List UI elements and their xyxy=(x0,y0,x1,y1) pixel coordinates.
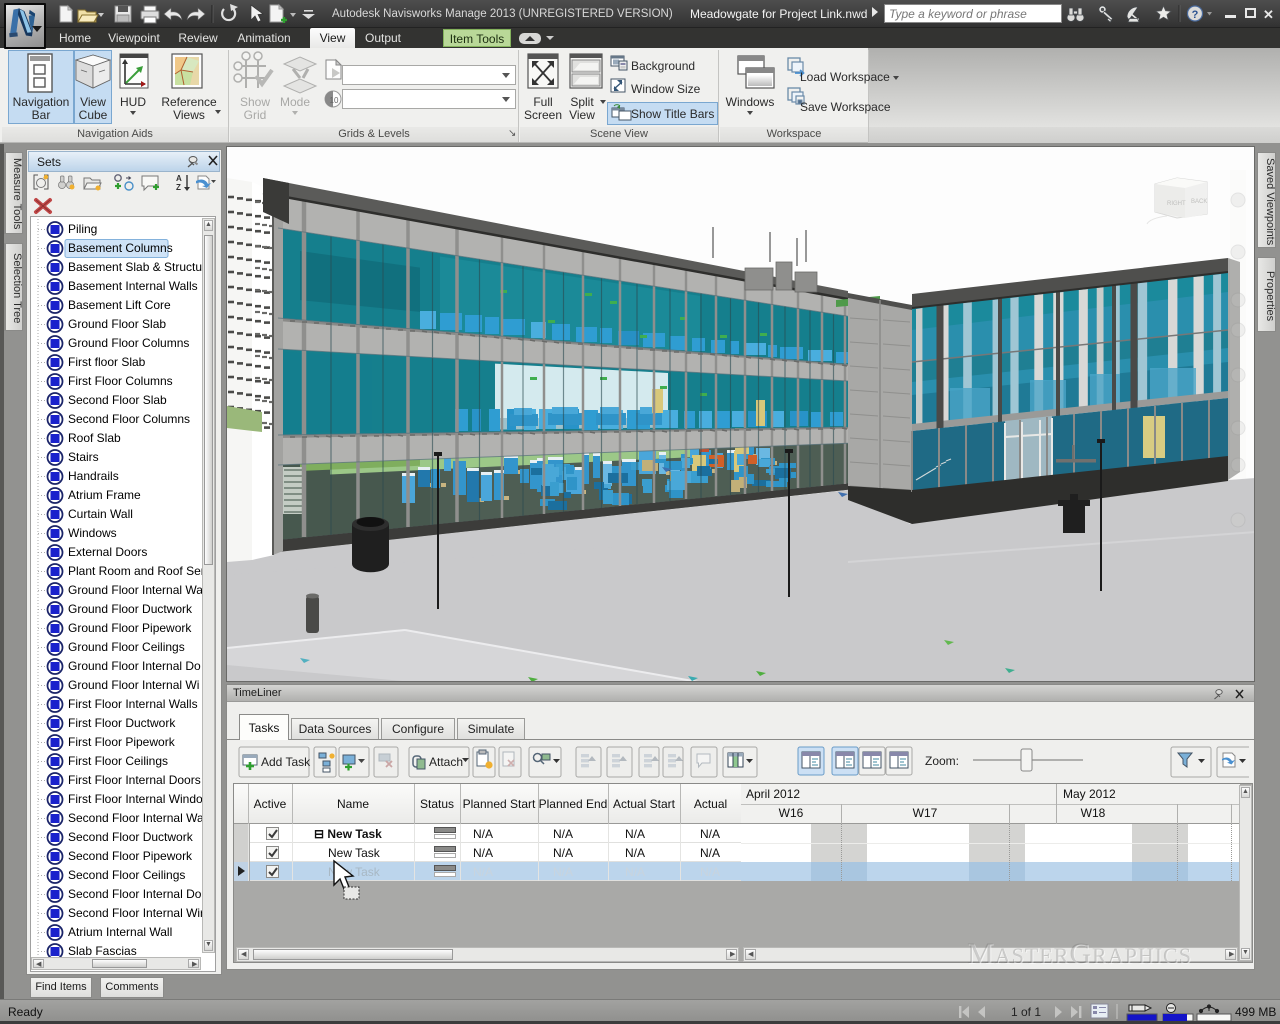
svg-text:10: 10 xyxy=(330,96,339,105)
svg-text:1 of 1: 1 of 1 xyxy=(1011,1005,1041,1019)
svg-text:RIGHT: RIGHT xyxy=(1167,201,1186,207)
svg-text:?: ? xyxy=(1192,9,1199,21)
svg-text:Add Task: Add Task xyxy=(261,755,311,769)
svg-text:BACK: BACK xyxy=(1191,199,1207,205)
svg-text:A: A xyxy=(176,174,182,183)
svg-text:Attach: Attach xyxy=(429,755,463,769)
svg-text:499 MB: 499 MB xyxy=(1235,1005,1276,1019)
svg-text:Z: Z xyxy=(176,183,181,192)
svg-text:Zoom:: Zoom: xyxy=(925,754,959,768)
